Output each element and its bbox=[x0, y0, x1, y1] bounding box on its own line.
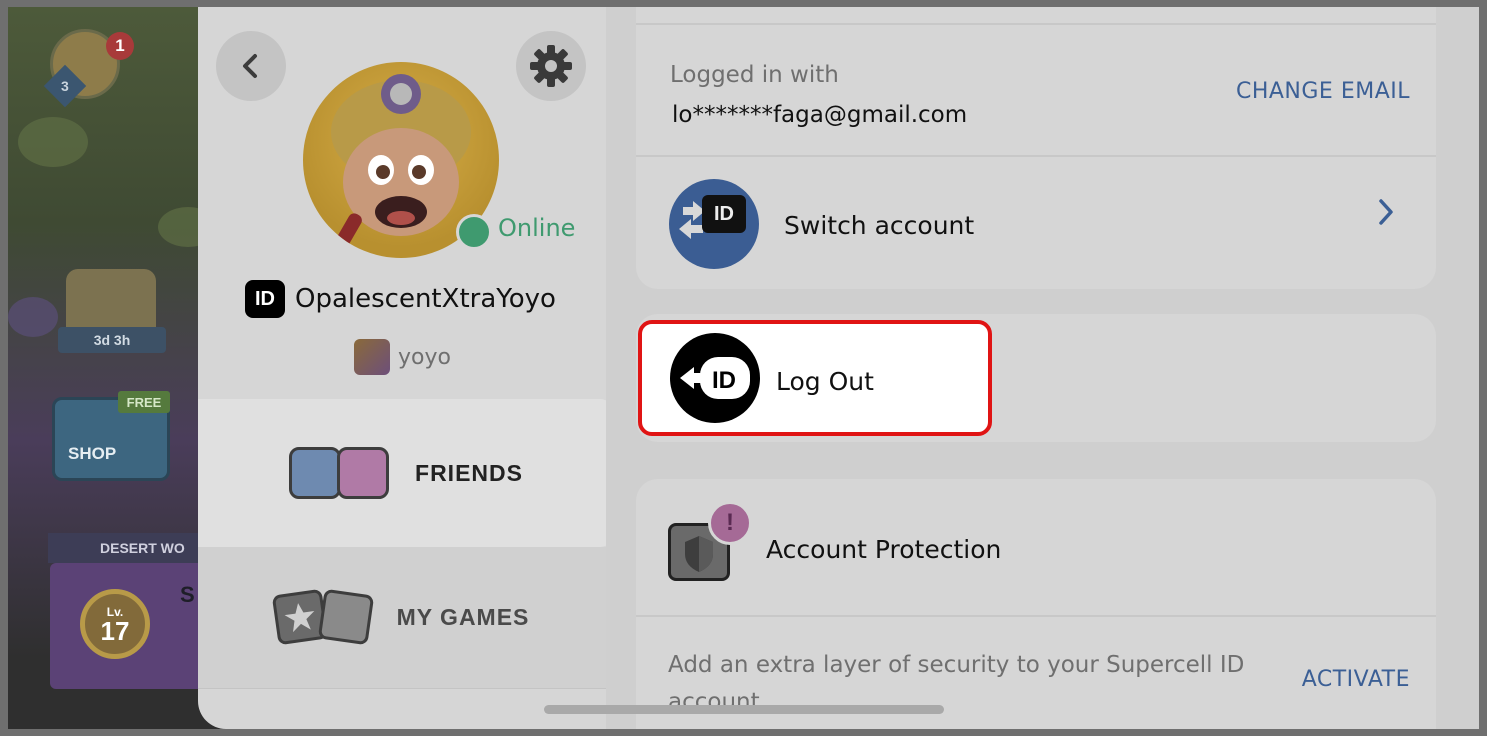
switch-account-row[interactable]: ID Switch account bbox=[636, 157, 1436, 289]
switch-account-label: Switch account bbox=[784, 211, 975, 240]
logout-icon: ID bbox=[670, 333, 760, 423]
switch-id-icon: ID bbox=[702, 195, 746, 233]
nav-friends[interactable]: FRIENDS bbox=[198, 399, 614, 547]
game-thumbnail-icon bbox=[354, 339, 390, 375]
nav-my-games[interactable]: MY GAMES bbox=[198, 547, 606, 689]
online-status-label: Online bbox=[498, 214, 576, 242]
gear-icon bbox=[530, 45, 572, 87]
account-protection-label: Account Protection bbox=[766, 535, 1002, 564]
alert-icon: ! bbox=[708, 501, 752, 545]
shop-free-badge: FREE bbox=[118, 391, 170, 413]
notification-badge: 1 bbox=[106, 32, 134, 60]
player-level-badge: Lv. 17 bbox=[80, 589, 150, 659]
event-timer: 3d 3h bbox=[58, 327, 166, 353]
id-icon: ID bbox=[245, 280, 285, 318]
online-status-icon bbox=[456, 214, 492, 250]
profile-panel: Online ID OpalescentXtraYoyo yoyo FRIEND… bbox=[198, 7, 614, 729]
account-protection-row[interactable]: ! Account Protection bbox=[636, 479, 1436, 615]
current-game-row: yoyo bbox=[354, 339, 451, 375]
username-row: ID OpalescentXtraYoyo bbox=[245, 279, 556, 319]
friends-icon bbox=[289, 443, 393, 503]
username: OpalescentXtraYoyo bbox=[295, 284, 556, 314]
activate-button[interactable]: ACTIVATE bbox=[1302, 667, 1410, 692]
nav-my-games-label: MY GAMES bbox=[396, 604, 530, 630]
logout-id-text: ID bbox=[712, 367, 736, 394]
back-button[interactable] bbox=[216, 31, 286, 101]
nav-friends-label: FRIENDS bbox=[415, 459, 523, 486]
games-icon bbox=[271, 588, 379, 648]
login-card: Logged in with lo*******faga@gmail.com C… bbox=[636, 7, 1436, 289]
hero-level-text: 3 bbox=[61, 77, 69, 94]
shop-label: SHOP bbox=[68, 444, 117, 463]
logged-in-label: Logged in with bbox=[670, 62, 839, 88]
game-name: yoyo bbox=[398, 344, 451, 370]
change-email-button[interactable]: CHANGE EMAIL bbox=[1236, 79, 1410, 104]
chevron-right-icon bbox=[1376, 197, 1396, 231]
account-email: lo*******faga@gmail.com bbox=[672, 102, 968, 128]
home-indicator bbox=[544, 705, 944, 714]
log-out-label: Log Out bbox=[776, 367, 874, 396]
settings-button[interactable] bbox=[516, 31, 586, 101]
log-out-button[interactable]: ID Log Out bbox=[638, 320, 992, 436]
account-protection-card: ! Account Protection Add an extra layer … bbox=[636, 479, 1436, 729]
level-value: 17 bbox=[100, 616, 130, 646]
back-chevron-icon bbox=[243, 54, 257, 78]
